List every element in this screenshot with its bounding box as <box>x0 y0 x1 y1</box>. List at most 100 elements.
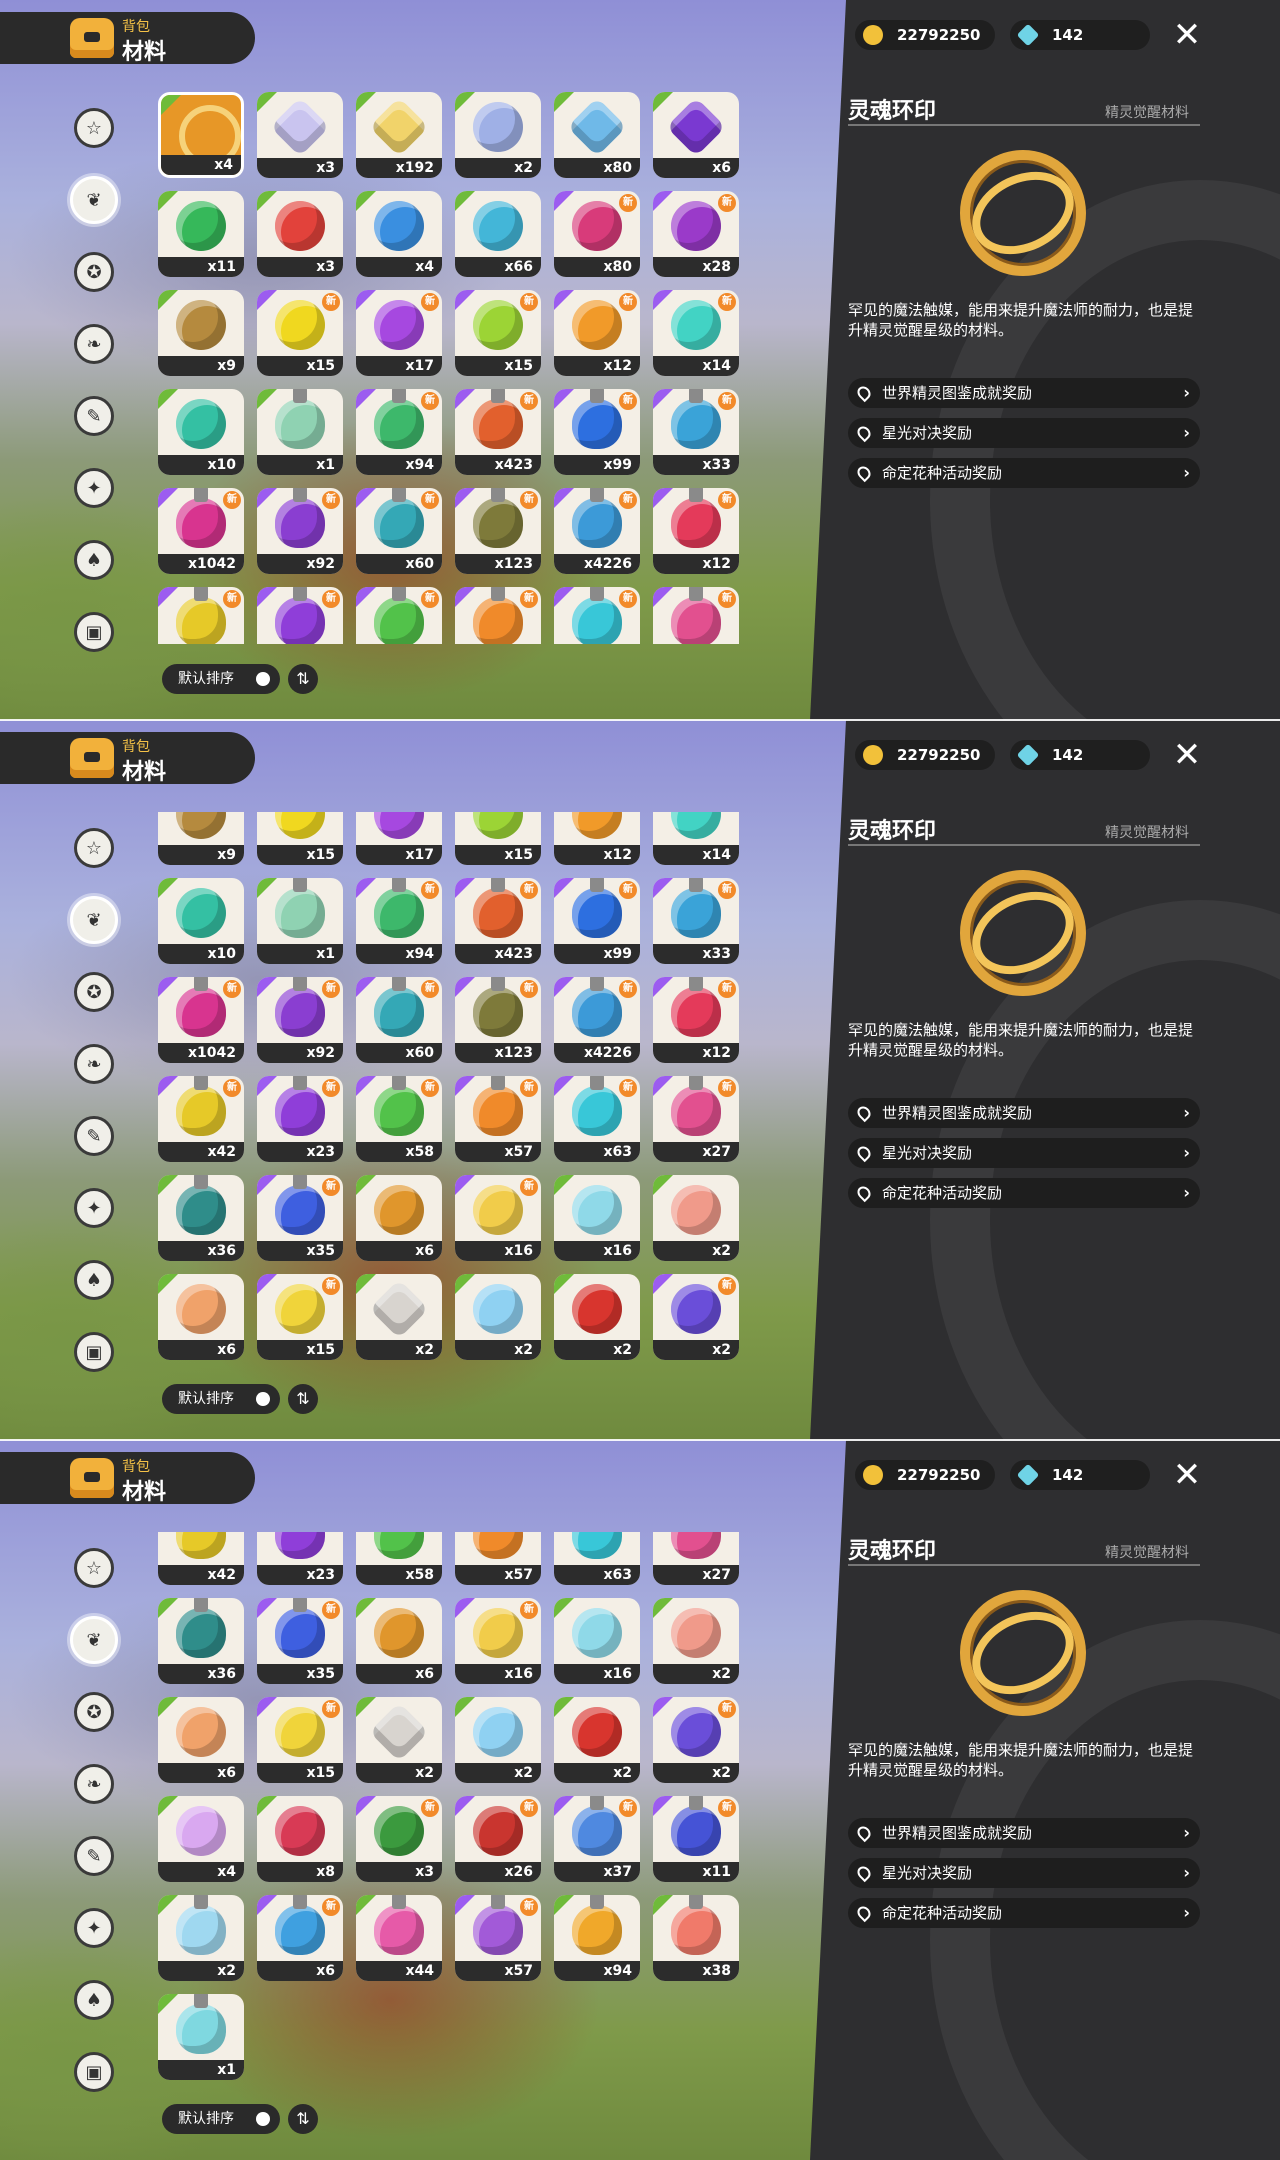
inventory-item[interactable]: 新x17 <box>356 812 442 865</box>
inventory-item[interactable]: 新 x94 <box>356 878 442 964</box>
inventory-item[interactable]: 新 x4226 <box>554 488 640 574</box>
inventory-item[interactable]: 新 x37 <box>554 1796 640 1882</box>
inventory-item[interactable]: 新x23 <box>257 1532 343 1585</box>
chest-tab[interactable]: ▣ <box>74 2052 114 2092</box>
source-link[interactable]: 星光对决奖励 › <box>848 418 1200 448</box>
inventory-item[interactable]: 新x42 <box>158 587 244 644</box>
inventory-item[interactable]: x2 <box>554 1274 640 1360</box>
inventory-item[interactable]: 新x57 <box>455 587 541 644</box>
inventory-item[interactable]: 新 x16 <box>455 1598 541 1684</box>
inventory-item[interactable]: x1 <box>257 389 343 475</box>
inventory-item[interactable]: 新 x6 <box>257 1895 343 1981</box>
source-link[interactable]: 世界精灵图鉴成就奖励 › <box>848 378 1200 408</box>
inventory-item[interactable]: x36 <box>158 1598 244 1684</box>
inventory-item[interactable]: x3 <box>257 191 343 277</box>
chest-tab[interactable]: ▣ <box>74 1332 114 1372</box>
inventory-item[interactable]: 新x12 <box>653 488 739 574</box>
inventory-item[interactable]: 新 x423 <box>455 878 541 964</box>
inventory-item[interactable]: 新 x33 <box>653 389 739 475</box>
source-link[interactable]: 命定花种活动奖励 › <box>848 1898 1200 1928</box>
inventory-item[interactable]: 新 x94 <box>356 389 442 475</box>
inventory-item[interactable]: x2 <box>455 92 541 178</box>
inventory-item[interactable]: 新x12 <box>554 290 640 376</box>
inventory-item[interactable]: x6 <box>158 1697 244 1783</box>
inventory-item[interactable]: 新x27 <box>653 587 739 644</box>
source-link[interactable]: 世界精灵图鉴成就奖励 › <box>848 1818 1200 1848</box>
inventory-item[interactable]: x8 <box>257 1796 343 1882</box>
inventory-item[interactable]: x16 <box>554 1175 640 1261</box>
scroll-tab[interactable]: ✎ <box>74 1836 114 1876</box>
herb-tab[interactable]: ❧ <box>74 1764 114 1804</box>
inventory-item[interactable]: 新 x92 <box>257 488 343 574</box>
inventory-item[interactable]: 新x15 <box>257 290 343 376</box>
inventory-item[interactable]: 新x27 <box>653 1532 739 1585</box>
inventory-item[interactable]: 新x63 <box>554 587 640 644</box>
inventory-item[interactable]: 新x42 <box>158 1076 244 1162</box>
star-badge-tab[interactable]: ✪ <box>74 1692 114 1732</box>
inventory-item[interactable]: 新x15 <box>257 812 343 865</box>
inventory-item[interactable]: x2 <box>158 1895 244 1981</box>
sort-dropdown[interactable]: 默认排序 <box>162 2104 280 2134</box>
inventory-item[interactable]: 新 x60 <box>356 488 442 574</box>
source-link[interactable]: 命定花种活动奖励 › <box>848 458 1200 488</box>
inventory-item[interactable]: 新 x16 <box>455 1175 541 1261</box>
inventory-item[interactable]: x94 <box>554 1895 640 1981</box>
inventory-item[interactable]: 新 x1042 <box>158 977 244 1063</box>
herb-tab[interactable]: ❧ <box>74 324 114 364</box>
inventory-item[interactable]: 新 x28 <box>653 191 739 277</box>
close-icon[interactable]: ✕ <box>1170 738 1204 772</box>
inventory-item[interactable]: x6 <box>356 1175 442 1261</box>
inventory-item[interactable]: x11 <box>158 191 244 277</box>
inventory-item[interactable]: 新 x58 <box>356 1076 442 1162</box>
inventory-item[interactable]: 新x23 <box>257 1076 343 1162</box>
inventory-item[interactable]: x9 <box>158 290 244 376</box>
leaf-tab[interactable]: ❦ <box>70 176 118 224</box>
inventory-item[interactable]: 新x17 <box>356 290 442 376</box>
leaf-tab[interactable]: ❦ <box>70 896 118 944</box>
inventory-item[interactable]: 新 x35 <box>257 1598 343 1684</box>
inventory-item[interactable]: 新x12 <box>554 812 640 865</box>
acorn-tab[interactable]: ♠ <box>74 1980 114 2020</box>
sort-order-toggle-icon[interactable]: ⇅ <box>288 2104 318 2134</box>
ball-tab[interactable]: ✦ <box>74 468 114 508</box>
inventory-item[interactable]: 新x15 <box>257 1274 343 1360</box>
herb-tab[interactable]: ❧ <box>74 1044 114 1084</box>
inventory-item[interactable]: x16 <box>554 1598 640 1684</box>
inventory-item[interactable]: x66 <box>455 191 541 277</box>
inventory-item[interactable]: 新 x123 <box>455 488 541 574</box>
inventory-item[interactable]: 新 x80 <box>554 191 640 277</box>
inventory-item[interactable]: 新 x26 <box>455 1796 541 1882</box>
inventory-item[interactable]: 新x14 <box>653 812 739 865</box>
source-link[interactable]: 世界精灵图鉴成就奖励 › <box>848 1098 1200 1128</box>
inventory-item[interactable]: 新x12 <box>653 977 739 1063</box>
inventory-item[interactable]: 新x42 <box>158 1532 244 1585</box>
inventory-item[interactable]: 新 x35 <box>257 1175 343 1261</box>
inventory-item[interactable]: 新 x92 <box>257 977 343 1063</box>
inventory-item[interactable]: 新 x423 <box>455 389 541 475</box>
inventory-item[interactable]: x38 <box>653 1895 739 1981</box>
close-icon[interactable]: ✕ <box>1170 18 1204 52</box>
inventory-item[interactable]: 新x57 <box>455 1895 541 1981</box>
inventory-item[interactable]: x10 <box>158 389 244 475</box>
inventory-item[interactable]: x44 <box>356 1895 442 1981</box>
sort-dropdown[interactable]: 默认排序 <box>162 1384 280 1414</box>
inventory-item[interactable]: 新x63 <box>554 1076 640 1162</box>
inventory-item[interactable]: 新 x4226 <box>554 977 640 1063</box>
close-icon[interactable]: ✕ <box>1170 1458 1204 1492</box>
source-link[interactable]: 星光对决奖励 › <box>848 1858 1200 1888</box>
source-link[interactable]: 命定花种活动奖励 › <box>848 1178 1200 1208</box>
inventory-item[interactable]: 新x63 <box>554 1532 640 1585</box>
star-badge-tab[interactable]: ✪ <box>74 972 114 1012</box>
inventory-item[interactable]: x4 <box>158 1796 244 1882</box>
source-link[interactable]: 星光对决奖励 › <box>848 1138 1200 1168</box>
inventory-item[interactable]: x80 <box>554 92 640 178</box>
inventory-item[interactable]: 新 x1042 <box>158 488 244 574</box>
sort-dropdown[interactable]: 默认排序 <box>162 664 280 694</box>
acorn-tab[interactable]: ♠ <box>74 540 114 580</box>
inventory-item[interactable]: 新x14 <box>653 290 739 376</box>
scroll-tab[interactable]: ✎ <box>74 1116 114 1156</box>
acorn-tab[interactable]: ♠ <box>74 1260 114 1300</box>
inventory-item[interactable]: x6 <box>653 92 739 178</box>
inventory-item[interactable]: x2 <box>455 1274 541 1360</box>
inventory-item[interactable]: x192 <box>356 92 442 178</box>
